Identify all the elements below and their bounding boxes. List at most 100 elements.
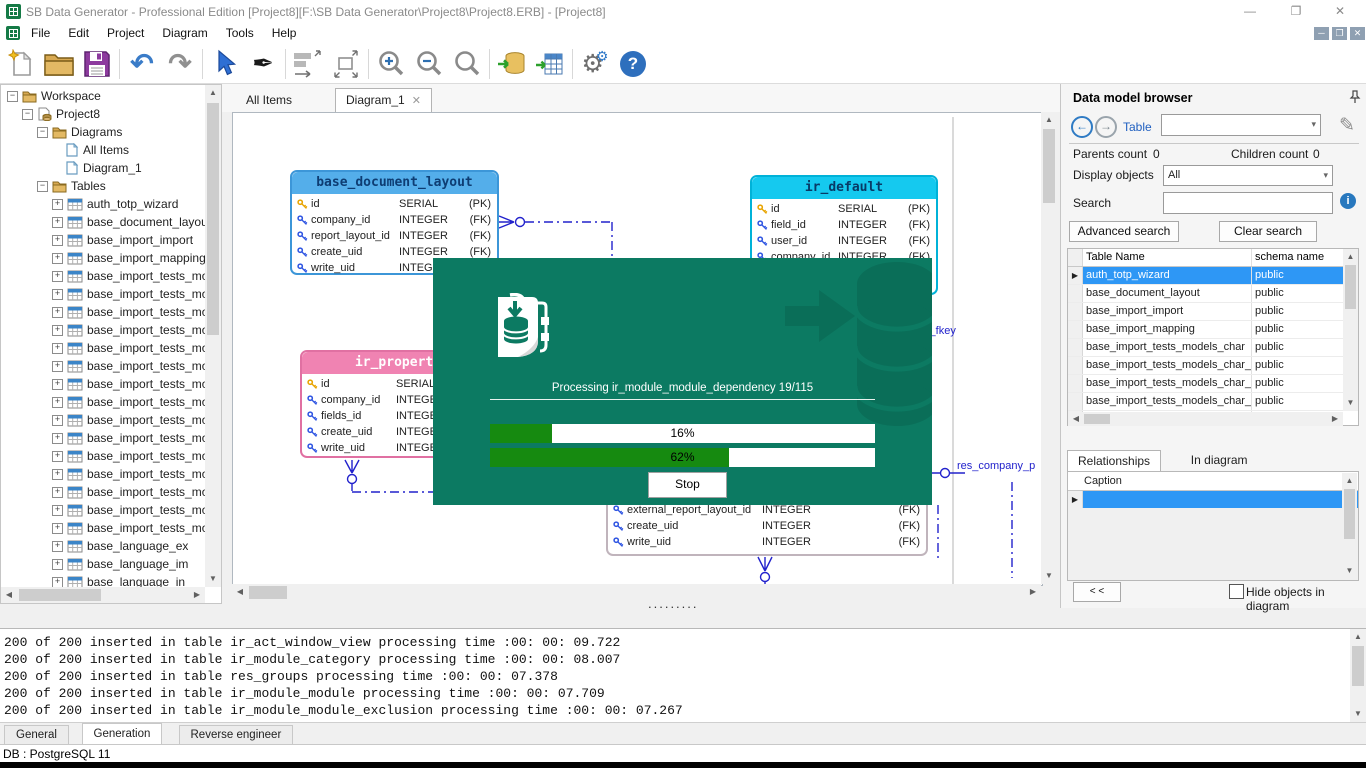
- expand-expander-icon[interactable]: +: [52, 577, 63, 588]
- tab-relationships[interactable]: Relationships: [1067, 450, 1161, 472]
- fit-diagram-icon[interactable]: [327, 46, 365, 82]
- expand-expander-icon[interactable]: +: [52, 253, 63, 264]
- table-row[interactable]: base_import_tests_models_char_rpublic: [1068, 375, 1358, 393]
- settings-gears-icon[interactable]: ⚙⚙: [576, 46, 614, 82]
- table-row[interactable]: base_import_tests_models_char_rpublic: [1068, 357, 1358, 375]
- search-input[interactable]: [1163, 192, 1333, 214]
- zoom-out-icon[interactable]: [410, 46, 448, 82]
- align-objects-icon[interactable]: [289, 46, 327, 82]
- tree-item-base-import-tests-models-char[interactable]: +base_import_tests_models_char: [1, 483, 205, 501]
- selected-caption-row[interactable]: [1083, 491, 1358, 508]
- tree-item-project8[interactable]: −Project8: [1, 105, 205, 123]
- close-button[interactable]: ✕: [1328, 4, 1352, 20]
- advanced-search-button[interactable]: Advanced search: [1069, 221, 1179, 242]
- collapse-expander-icon[interactable]: −: [37, 181, 48, 192]
- expand-expander-icon[interactable]: +: [52, 199, 63, 210]
- menu-diagram[interactable]: Diagram: [153, 24, 216, 42]
- forward-icon[interactable]: →: [1095, 116, 1117, 138]
- mdi-minimize-button[interactable]: ─: [1314, 27, 1329, 40]
- pin-icon[interactable]: [1349, 90, 1361, 104]
- field-row[interactable]: field_idINTEGER(FK): [752, 217, 936, 233]
- tree-item-base-import-tests-models-char[interactable]: +base_import_tests_models_char: [1, 519, 205, 537]
- generate-data-table-icon[interactable]: [531, 46, 569, 82]
- help-icon[interactable]: ?: [614, 46, 652, 82]
- field-row[interactable]: idSERIAL(PK): [292, 196, 497, 212]
- caption-grid[interactable]: Caption ▶ ▲ ▼: [1067, 471, 1359, 581]
- collapse-expander-icon[interactable]: −: [37, 127, 48, 138]
- expand-expander-icon[interactable]: +: [52, 361, 63, 372]
- tree-horizontal-scrollbar[interactable]: ◀ ▶: [1, 587, 205, 603]
- table-row[interactable]: base_import_mappingpublic: [1068, 321, 1358, 339]
- tree-item-base-import-tests-models-char-r[interactable]: +base_import_tests_models_char_r: [1, 303, 205, 321]
- menu-tools[interactable]: Tools: [217, 24, 263, 42]
- display-objects-combobox[interactable]: All▾: [1163, 165, 1333, 186]
- field-row[interactable]: report_layout_idINTEGER(FK): [292, 228, 497, 244]
- tree-item-base-import-tests-models-char-r[interactable]: +base_import_tests_models_char_r: [1, 321, 205, 339]
- tab-in-diagram[interactable]: In diagram: [1181, 450, 1258, 471]
- save-icon[interactable]: [78, 46, 116, 82]
- tree-item-base-import-tests-models-char[interactable]: +base_import_tests_models_char: [1, 429, 205, 447]
- field-row[interactable]: user_idINTEGER(FK): [752, 233, 936, 249]
- menu-edit[interactable]: Edit: [59, 24, 98, 42]
- diagram-tab-all-items[interactable]: All Items: [236, 89, 302, 112]
- expand-expander-icon[interactable]: +: [52, 397, 63, 408]
- tree-item-diagram-1[interactable]: Diagram_1: [1, 159, 205, 177]
- splitter-handle[interactable]: .........: [648, 596, 699, 611]
- tree-item-diagrams[interactable]: −Diagrams: [1, 123, 205, 141]
- expand-expander-icon[interactable]: +: [52, 487, 63, 498]
- hide-objects-checkbox[interactable]: [1229, 584, 1244, 599]
- output-tab-generation[interactable]: Generation: [82, 723, 163, 746]
- field-row[interactable]: write_uidINTEGER(FK): [608, 534, 926, 550]
- tree-item-base-import-tests-models-char-r[interactable]: +base_import_tests_models_char_r: [1, 285, 205, 303]
- select-pointer-icon[interactable]: [206, 46, 244, 82]
- zoom-icon[interactable]: [448, 46, 486, 82]
- tree-item-auth-totp-wizard[interactable]: +auth_totp_wizard: [1, 195, 205, 213]
- expand-expander-icon[interactable]: +: [52, 217, 63, 228]
- tree-vertical-scrollbar[interactable]: ▲ ▼: [205, 85, 221, 587]
- tree-item-base-import-tests-models-char[interactable]: +base_import_tests_models_char: [1, 501, 205, 519]
- caption-vertical-scrollbar[interactable]: ▲ ▼: [1342, 473, 1357, 579]
- tree-item-tables[interactable]: −Tables: [1, 177, 205, 195]
- expand-expander-icon[interactable]: +: [52, 541, 63, 552]
- info-icon[interactable]: i: [1340, 193, 1356, 209]
- minimize-button[interactable]: —: [1238, 4, 1262, 20]
- expand-expander-icon[interactable]: +: [52, 307, 63, 318]
- diagram-tab-diagram-1[interactable]: Diagram_1✕: [335, 88, 432, 112]
- tree-item-base-import-tests-models-char-s[interactable]: +base_import_tests_models_char_s: [1, 339, 205, 357]
- menu-file[interactable]: File: [22, 24, 59, 42]
- grid-vertical-scrollbar[interactable]: ▲ ▼: [1343, 249, 1358, 411]
- tree-item-base-language-in[interactable]: +base_language_in: [1, 573, 205, 587]
- tree-item-base-import-tests-models-char[interactable]: +base_import_tests_models_char: [1, 393, 205, 411]
- edit-pencil-icon[interactable]: ✎: [1339, 114, 1355, 137]
- tree-item-base-import-tests-models-char[interactable]: +base_import_tests_models_char: [1, 267, 205, 285]
- tree-item-base-language-im[interactable]: +base_language_im: [1, 555, 205, 573]
- menu-help[interactable]: Help: [263, 24, 306, 42]
- field-row[interactable]: company_idINTEGER(FK): [292, 212, 497, 228]
- expand-expander-icon[interactable]: +: [52, 379, 63, 390]
- clear-search-button[interactable]: Clear search: [1219, 221, 1317, 242]
- menu-project[interactable]: Project: [98, 24, 153, 42]
- restore-button[interactable]: ❐: [1284, 4, 1308, 20]
- tree-item-all-items[interactable]: All Items: [1, 141, 205, 159]
- tables-grid[interactable]: Table Nameschema name▶auth_totp_wizardpu…: [1067, 248, 1359, 426]
- expand-expander-icon[interactable]: +: [52, 523, 63, 534]
- tab-close-icon[interactable]: ✕: [412, 95, 421, 107]
- collapse-panel-button[interactable]: < <: [1073, 582, 1121, 602]
- grid-horizontal-scrollbar[interactable]: ◀ ▶: [1068, 412, 1343, 426]
- tree-item-base-import-tests-models-char[interactable]: +base_import_tests_models_char: [1, 447, 205, 465]
- expand-expander-icon[interactable]: +: [52, 343, 63, 354]
- mdi-close-button[interactable]: ✕: [1350, 27, 1365, 40]
- table-row[interactable]: base_import_tests_models_charpublic: [1068, 339, 1358, 357]
- generate-data-database-icon[interactable]: [493, 46, 531, 82]
- tree-item-base-import-tests-models-char[interactable]: +base_import_tests_models_char: [1, 357, 205, 375]
- mdi-restore-button[interactable]: ❐: [1332, 27, 1347, 40]
- draw-relation-icon[interactable]: ✒: [244, 46, 282, 82]
- expand-expander-icon[interactable]: +: [52, 271, 63, 282]
- table-row[interactable]: base_document_layoutpublic: [1068, 285, 1358, 303]
- tree-item-workspace[interactable]: −Workspace: [1, 87, 205, 105]
- expand-expander-icon[interactable]: +: [52, 415, 63, 426]
- diagram-vertical-scrollbar[interactable]: ▲ ▼: [1041, 112, 1057, 584]
- table-row[interactable]: base_import_tests_models_char_rpublic: [1068, 393, 1358, 411]
- tree-item-base-import-tests-models-char[interactable]: +base_import_tests_models_char: [1, 411, 205, 429]
- back-icon[interactable]: ←: [1071, 116, 1093, 138]
